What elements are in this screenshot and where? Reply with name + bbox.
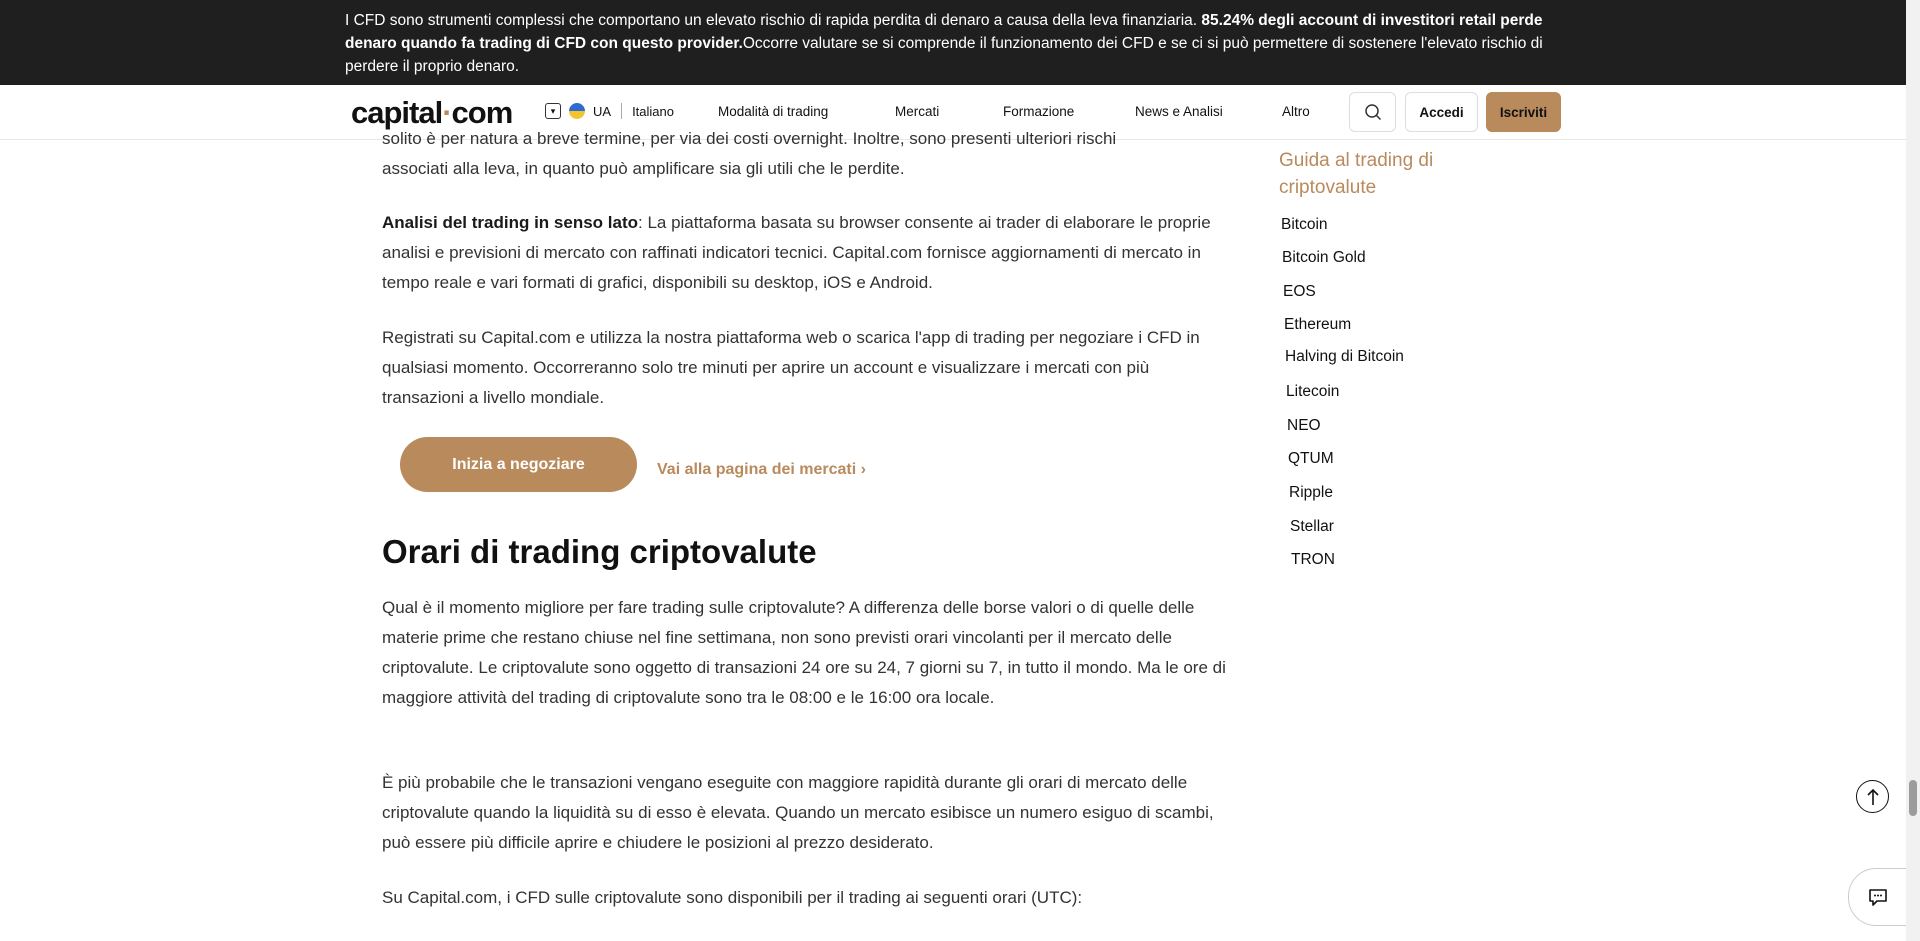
sidebar-title[interactable]: Guida al trading di criptovalute bbox=[1279, 147, 1479, 201]
page-scrollbar[interactable] bbox=[1906, 0, 1920, 941]
sidebar-item-litecoin[interactable]: Litecoin bbox=[1286, 383, 1339, 401]
chat-icon bbox=[1869, 889, 1887, 906]
nav-news-analysis[interactable]: News e Analisi bbox=[1135, 104, 1223, 119]
sidebar-item-tron[interactable]: TRON bbox=[1291, 551, 1335, 569]
language-label[interactable]: Italiano bbox=[632, 104, 674, 119]
risk-warning-banner: I CFD sono strumenti complessi che compo… bbox=[0, 0, 1906, 85]
scroll-to-top-button[interactable] bbox=[1856, 780, 1889, 813]
nav-education[interactable]: Formazione bbox=[1003, 104, 1074, 119]
partial-paragraph-line-2: associati alla leva, in quanto può ampli… bbox=[382, 159, 905, 178]
sidebar-item-ethereum[interactable]: Ethereum bbox=[1284, 316, 1351, 334]
sidebar-item-bitcoin[interactable]: Bitcoin bbox=[1281, 216, 1328, 234]
chevron-down-icon[interactable]: ▾ bbox=[545, 103, 561, 119]
sidebar-item-bitcoin-gold[interactable]: Bitcoin Gold bbox=[1282, 249, 1366, 267]
partial-paragraph: solito è per natura a breve termine, per… bbox=[382, 124, 1232, 184]
region-language-selector[interactable]: ▾ UA Italiano bbox=[545, 103, 674, 119]
start-trading-button[interactable]: Inizia a negoziare bbox=[400, 437, 637, 492]
sidebar-item-stellar[interactable]: Stellar bbox=[1290, 518, 1334, 536]
markets-page-link[interactable]: Vai alla pagina dei mercati › bbox=[657, 461, 866, 479]
section-heading: Orari di trading criptovalute bbox=[382, 533, 817, 570]
nav-trading-modes[interactable]: Modalità di trading bbox=[718, 104, 828, 119]
markets-link-label: Vai alla pagina dei mercati bbox=[657, 461, 857, 478]
sidebar-item-halving[interactable]: Halving di Bitcoin bbox=[1285, 348, 1404, 366]
signup-button[interactable]: Iscriviti bbox=[1486, 92, 1561, 132]
sidebar-item-ripple[interactable]: Ripple bbox=[1289, 484, 1333, 502]
register-paragraph: Registrati su Capital.com e utilizza la … bbox=[382, 328, 1200, 407]
risk-warning-text-1: I CFD sono strumenti complessi che compo… bbox=[345, 12, 1202, 29]
search-icon bbox=[1364, 104, 1381, 121]
scrollbar-thumb[interactable] bbox=[1909, 780, 1917, 816]
nav-more[interactable]: Altro bbox=[1282, 104, 1310, 119]
chat-button[interactable] bbox=[1848, 868, 1908, 926]
search-button[interactable] bbox=[1349, 92, 1396, 132]
nav-markets[interactable]: Mercati bbox=[895, 104, 939, 119]
ukraine-flag-icon bbox=[569, 103, 585, 119]
arrow-up-icon bbox=[1866, 788, 1879, 805]
chevron-right-icon: › bbox=[860, 461, 866, 478]
analysis-paragraph: Analisi del trading in senso lato: La pi… bbox=[382, 208, 1232, 298]
analysis-bold-label: Analisi del trading in senso lato bbox=[382, 213, 638, 232]
liquidity-paragraph: È più probabile che le transazioni venga… bbox=[382, 773, 1214, 852]
region-code[interactable]: UA bbox=[593, 104, 611, 119]
utc-paragraph: Su Capital.com, i CFD sulle criptovalute… bbox=[382, 888, 1083, 907]
partial-paragraph-line-1: solito è per natura a breve termine, per… bbox=[382, 129, 1117, 148]
sidebar-item-qtum[interactable]: QTUM bbox=[1288, 450, 1334, 468]
sidebar-item-eos[interactable]: EOS bbox=[1283, 283, 1316, 301]
sidebar-item-neo[interactable]: NEO bbox=[1287, 417, 1321, 435]
hours-paragraph: Qual è il momento migliore per fare trad… bbox=[382, 598, 1226, 707]
risk-warning-text: I CFD sono strumenti complessi che compo… bbox=[345, 9, 1555, 78]
divider bbox=[621, 103, 623, 119]
login-button[interactable]: Accedi bbox=[1405, 92, 1478, 132]
